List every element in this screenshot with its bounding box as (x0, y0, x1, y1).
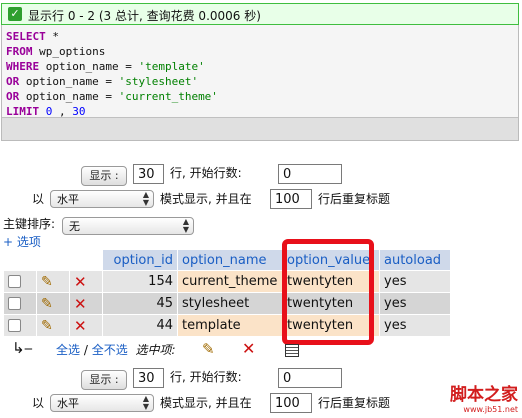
table-header-row: option_id option_name option_value autol… (3, 249, 451, 271)
mode-label: 模式显示, 并且在 (160, 396, 252, 410)
query-status-bar: ✓ 显示行 0 - 2 (3 总计, 查询花费 0.0006 秒) (1, 3, 519, 25)
header-spacer (3, 249, 37, 271)
row-checkbox[interactable] (8, 297, 21, 310)
row-select-cell (3, 292, 37, 315)
start-row-label: 行, 开始行数: (170, 166, 242, 180)
cell-option-name: stylesheet (177, 292, 283, 315)
highlight-annotation-box (282, 239, 374, 345)
watermark-url: www.jb51.net (463, 405, 518, 414)
table-row: ✎ ✕ 45 stylesheet twentyten yes (3, 292, 451, 315)
repeat-headers-label: 行后重复标题 (318, 396, 391, 410)
mode-prefix-label: 以 (32, 396, 45, 410)
cell-option-name: template (177, 314, 283, 337)
sort-select[interactable]: 无 ▲ ▼ (62, 217, 194, 235)
cross-icon[interactable]: ✕ (74, 295, 87, 313)
repeat-headers-label: 行后重复标题 (318, 192, 391, 206)
mode-label: 模式显示, 并且在 (160, 192, 252, 206)
cell-option-id: 154 (102, 270, 178, 293)
sql-keyword: SELECT (6, 30, 46, 43)
sql-text: SELECT * FROM wp_options WHERE option_na… (6, 29, 218, 119)
header-spacer (36, 249, 70, 271)
start-row-label: 行, 开始行数: (170, 370, 242, 384)
check-all-link[interactable]: 全选 (56, 343, 80, 357)
edit-cell: ✎ (36, 292, 70, 315)
pencil-icon[interactable]: ✎ (41, 274, 53, 290)
pencil-icon[interactable]: ✎ (41, 296, 53, 312)
rows-count-input[interactable]: 30 (133, 368, 164, 388)
uncheck-all-link[interactable]: 全不选 (92, 343, 128, 357)
sql-keyword: FROM (6, 45, 33, 58)
column-header-option-name[interactable]: option_name (177, 249, 283, 271)
site-watermark: 脚本之家 www.jb51.net (450, 380, 518, 414)
mode-prefix-label: 以 (32, 192, 45, 206)
cell-option-id: 44 (102, 314, 178, 337)
sort-label: 主键排序: (3, 217, 56, 231)
display-mode-select[interactable]: 水平 ▲ ▼ (50, 394, 154, 412)
table-row: ✎ ✕ 154 current_theme twentyten yes (3, 270, 451, 293)
start-row-input[interactable]: 0 (278, 164, 342, 184)
table-row: ✎ ✕ 44 template twentyten yes (3, 314, 451, 337)
row-select-cell (3, 314, 37, 337)
cell-option-id: 45 (102, 292, 178, 315)
start-row-input[interactable]: 0 (278, 368, 342, 388)
select-arrows-icon: ▲ ▼ (142, 190, 149, 207)
watermark-title: 脚本之家 (450, 385, 518, 405)
results-table: option_id option_name option_value autol… (3, 249, 451, 337)
edit-cell: ✎ (36, 270, 70, 293)
show-rows-button[interactable]: 显示 : (81, 166, 127, 186)
pencil-icon[interactable]: ✎ (41, 318, 53, 334)
sql-keyword: OR (6, 90, 20, 103)
bulk-actions: 全选 / 全不选 选中项: (56, 341, 176, 359)
header-spacer (69, 249, 103, 271)
column-header-option-id[interactable]: option_id (102, 249, 178, 271)
sql-fragment: wp_options (32, 45, 106, 58)
sql-string: 'template' (138, 60, 205, 73)
bulk-separator: / (80, 343, 92, 357)
corner-arrow-icon: ↳⎯ (12, 339, 33, 357)
sql-fragment: option_name = (39, 60, 139, 73)
delete-cell: ✕ (69, 270, 103, 293)
export-icon[interactable] (285, 344, 299, 357)
sql-keyword: OR (6, 75, 20, 88)
sql-query-box: SELECT * FROM wp_options WHERE option_na… (1, 25, 519, 141)
select-arrows-icon: ▲ ▼ (142, 394, 149, 411)
select-arrows-icon: ▲ ▼ (182, 217, 189, 234)
sql-toolbar (2, 117, 518, 140)
display-mode-value: 水平 (57, 397, 79, 410)
sql-fragment: option_name = (19, 90, 119, 103)
cross-icon[interactable]: ✕ (74, 317, 87, 335)
cell-autoload: yes (379, 292, 451, 315)
delete-cell: ✕ (69, 314, 103, 337)
edit-cell: ✎ (36, 314, 70, 337)
status-message: 显示行 0 - 2 (3 总计, 查询花费 0.0006 秒) (28, 9, 261, 23)
cross-icon[interactable]: ✕ (242, 339, 255, 358)
display-mode-select[interactable]: 水平 ▲ ▼ (50, 190, 154, 208)
row-checkbox[interactable] (8, 319, 21, 332)
show-rows-button[interactable]: 显示 : (81, 370, 127, 390)
sql-keyword: WHERE (6, 60, 40, 73)
display-mode-value: 水平 (57, 193, 79, 206)
check-icon: ✓ (8, 7, 22, 21)
sort-value: 无 (69, 220, 80, 233)
cell-option-name: current_theme (177, 270, 283, 293)
rows-count-input[interactable]: 30 (133, 164, 164, 184)
row-select-cell (3, 270, 37, 293)
pencil-icon[interactable]: ✎ (202, 340, 215, 358)
cell-autoload: yes (379, 314, 451, 337)
sql-fragment: option_name = (19, 75, 119, 88)
row-checkbox[interactable] (8, 275, 21, 288)
repeat-headers-input[interactable]: 100 (270, 189, 312, 209)
cross-icon[interactable]: ✕ (74, 273, 87, 291)
sql-fragment: * (45, 30, 59, 43)
repeat-headers-input[interactable]: 100 (270, 393, 312, 413)
delete-cell: ✕ (69, 292, 103, 315)
sql-string: 'stylesheet' (118, 75, 199, 88)
with-selected-label: 选中项: (135, 343, 176, 357)
cell-autoload: yes (379, 270, 451, 293)
sql-string: 'current_theme' (118, 90, 218, 103)
column-header-autoload[interactable]: autoload (379, 249, 451, 271)
